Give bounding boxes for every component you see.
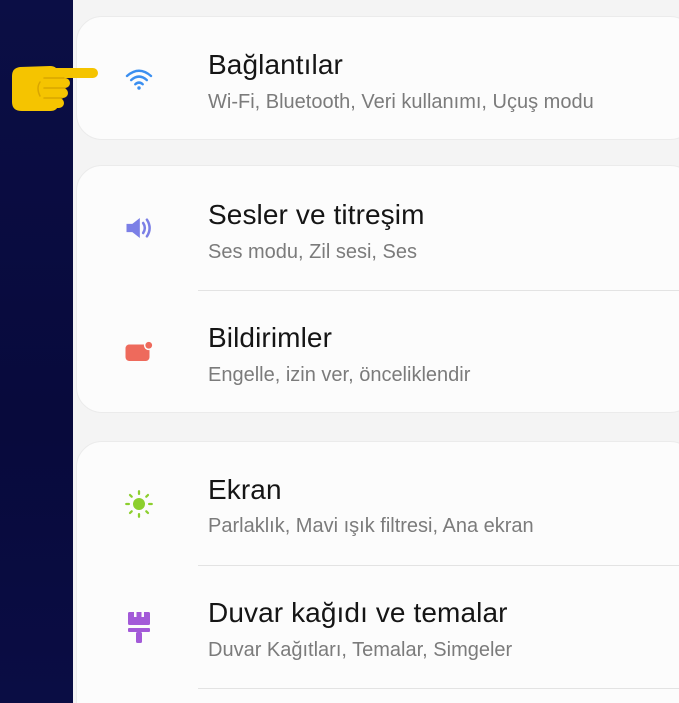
settings-group-display: Ekran Parlaklık, Mavi ışık filtresi, Ana… xyxy=(76,441,679,703)
settings-list: Bağlantılar Wi-Fi, Bluetooth, Veri kulla… xyxy=(73,0,679,703)
settings-group-connections: Bağlantılar Wi-Fi, Bluetooth, Veri kulla… xyxy=(76,16,679,140)
settings-item-title: Duvar kağıdı ve temalar xyxy=(208,597,508,628)
settings-item-subtitle: Ses modu, Zil sesi, Ses xyxy=(208,241,417,263)
paint-roller-icon xyxy=(124,612,154,643)
settings-item-subtitle: Duvar Kağıtları, Temalar, Simgeler xyxy=(208,639,513,661)
settings-item-subtitle: Parlaklık, Mavi ışık filtresi, Ana ekran xyxy=(208,515,534,537)
settings-item-subtitle: Wi-Fi, Bluetooth, Veri kullanımı, Uçuş m… xyxy=(208,91,594,113)
settings-item-subtitle: Engelle, izin ver, önceliklendir xyxy=(208,364,471,386)
wifi-icon xyxy=(124,64,154,94)
settings-item-display[interactable]: Ekran Parlaklık, Mavi ışık filtresi, Ana… xyxy=(77,442,679,566)
settings-item-title: Bağlantılar xyxy=(208,49,343,80)
settings-item-title: Sesler ve titreşim xyxy=(208,199,425,230)
brightness-icon xyxy=(124,489,154,519)
speaker-icon xyxy=(124,213,154,243)
notification-icon xyxy=(124,337,154,367)
settings-item-notifications[interactable]: Bildirimler Engelle, izin ver, öncelikle… xyxy=(77,290,679,414)
pointing-hand-icon xyxy=(10,54,100,114)
divider xyxy=(198,688,679,689)
settings-item-connections[interactable]: Bağlantılar Wi-Fi, Bluetooth, Veri kulla… xyxy=(77,17,679,141)
settings-item-title: Bildirimler xyxy=(208,322,332,353)
settings-item-title: Ekran xyxy=(208,474,282,505)
settings-item-wallpapers[interactable]: Duvar kağıdı ve temalar Duvar Kağıtları,… xyxy=(77,565,679,689)
settings-group-sound-notifications: Sesler ve titreşim Ses modu, Zil sesi, S… xyxy=(76,165,679,413)
settings-item-sounds[interactable]: Sesler ve titreşim Ses modu, Zil sesi, S… xyxy=(77,166,679,290)
